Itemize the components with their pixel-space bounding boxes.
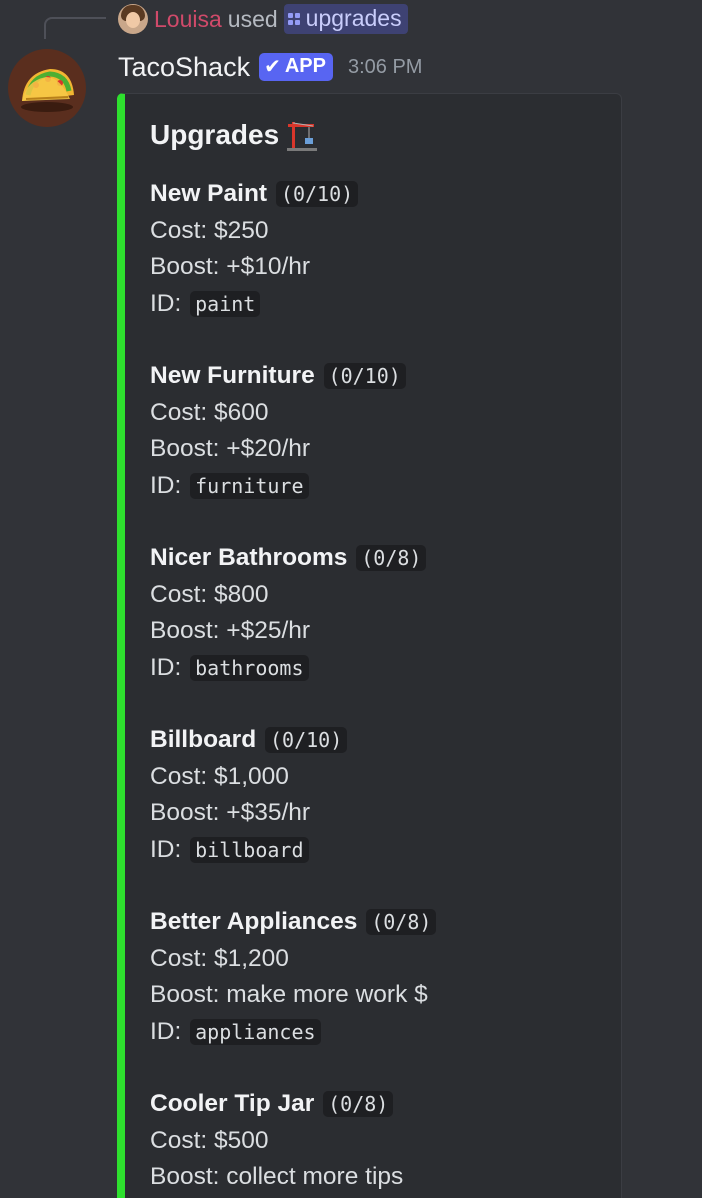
upgrades-list: New Paint (0/10) Cost: $250 Boost: +$10/hr… xyxy=(150,176,611,1198)
upgrade-progress: (0/8) xyxy=(323,1091,394,1117)
taco-icon xyxy=(21,69,74,112)
upgrade-cost: Cost: $250 xyxy=(150,216,269,244)
upgrade-item: Billboard (0/10) Cost: $1,000 Boost: +$35/… xyxy=(150,722,611,868)
upgrade-item: Nicer Bathrooms (0/8) Cost: $800 Boost: +$… xyxy=(150,540,611,686)
upgrade-item: Cooler Tip Jar (0/8) Cost: $500 Boost: col… xyxy=(150,1086,611,1196)
reply-context: Louisa used upgrades xyxy=(118,2,408,36)
app-badge-label: APP xyxy=(284,55,326,77)
upgrade-boost: Boost: collect more tips xyxy=(150,1163,404,1190)
upgrade-id: furniture xyxy=(190,472,309,499)
reply-username[interactable]: Louisa xyxy=(154,6,222,33)
upgrade-boost: Boost: +$20/hr xyxy=(150,435,311,462)
check-icon: ✔ xyxy=(264,56,281,78)
upgrade-name: Cooler Tip Jar xyxy=(150,1090,315,1117)
upgrade-boost: Boost: make more work $ xyxy=(150,981,428,1008)
upgrade-cost: Cost: $800 xyxy=(150,580,269,608)
upgrade-id-row: ID: paint xyxy=(150,286,611,323)
upgrade-id-label: ID: xyxy=(150,653,182,681)
upgrade-id: billboard xyxy=(190,836,309,863)
upgrade-id-row: ID: bathrooms xyxy=(150,650,611,687)
upgrades-embed: Upgrades New Paint (0/10) Cost: $250 Boost… xyxy=(117,93,622,1198)
upgrade-id-label: ID: xyxy=(150,835,182,863)
upgrade-name: Billboard xyxy=(150,726,257,753)
embed-title-text: Upgrades xyxy=(150,119,280,150)
upgrade-name: New Furniture xyxy=(150,362,315,389)
upgrade-item: Better Appliances (0/8) Cost: $1,200 Boost… xyxy=(150,904,611,1050)
upgrade-name: New Paint xyxy=(150,180,268,207)
reply-connector xyxy=(44,17,106,39)
upgrade-id-label: ID: xyxy=(150,1017,182,1045)
upgrade-progress: (0/8) xyxy=(366,909,437,935)
upgrade-progress: (0/10) xyxy=(275,181,359,207)
upgrade-id: bathrooms xyxy=(190,654,309,681)
reply-action: used xyxy=(227,5,278,32)
upgrade-name: Better Appliances xyxy=(150,908,358,935)
message-timestamp[interactable]: 3:06 PM xyxy=(348,56,422,79)
upgrade-item: New Paint (0/10) Cost: $250 Boost: +$10/hr… xyxy=(150,176,611,322)
construction-crane-icon xyxy=(287,122,318,151)
upgrade-cost: Cost: $600 xyxy=(150,398,269,426)
upgrade-boost: Boost: +$35/hr xyxy=(150,799,311,826)
upgrade-id: appliances xyxy=(190,1018,321,1045)
upgrade-name: Nicer Bathrooms xyxy=(150,544,348,571)
embed-title: Upgrades xyxy=(150,118,319,152)
upgrade-boost: Boost: +$25/hr xyxy=(150,617,311,644)
upgrade-id-row: ID: furniture xyxy=(150,468,611,505)
command-chip[interactable]: upgrades xyxy=(283,4,408,34)
upgrade-progress: (0/8) xyxy=(356,545,427,571)
app-badge: ✔ APP xyxy=(259,53,333,81)
app-command-icon xyxy=(287,12,300,25)
upgrade-cost: Cost: $500 xyxy=(150,1126,269,1154)
upgrade-id-label: ID: xyxy=(150,289,182,317)
command-name: upgrades xyxy=(305,5,402,31)
upgrade-id: paint xyxy=(190,290,261,317)
upgrade-id-label: ID: xyxy=(150,471,182,499)
bot-username[interactable]: TacoShack xyxy=(118,52,250,83)
user-avatar[interactable] xyxy=(118,4,148,34)
bot-avatar[interactable] xyxy=(8,49,86,127)
upgrade-cost: Cost: $1,000 xyxy=(150,762,289,790)
upgrade-boost: Boost: +$10/hr xyxy=(150,253,311,280)
upgrade-progress: (0/10) xyxy=(264,727,348,753)
upgrade-cost: Cost: $1,200 xyxy=(150,944,289,972)
upgrade-id-row: ID: billboard xyxy=(150,832,611,869)
upgrade-id-row: ID: appliances xyxy=(150,1014,611,1051)
upgrade-progress: (0/10) xyxy=(323,363,406,389)
message-header: TacoShack ✔ APP 3:06 PM xyxy=(118,48,422,86)
upgrade-item: New Furniture (0/10) Cost: $600 Boost: +$2… xyxy=(150,358,611,504)
